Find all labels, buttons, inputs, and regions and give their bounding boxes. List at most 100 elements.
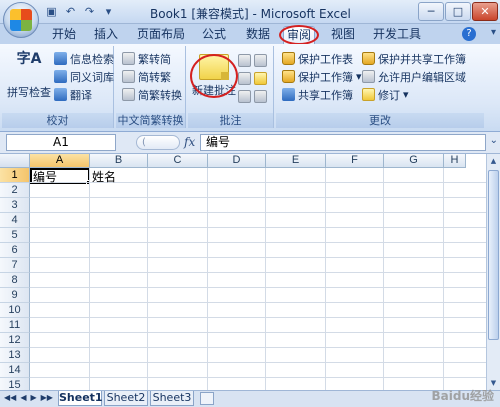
row-header-1[interactable]: 1 (0, 168, 30, 183)
research-button[interactable]: 信息检索 (54, 50, 114, 67)
sheet-tab-sheet1[interactable]: Sheet1 (58, 391, 103, 406)
column-header-e[interactable]: E (266, 154, 326, 168)
title-bar: ▣ ↶ ↷ ▾ Book1 [兼容模式] - Microsoft Excel ─… (0, 0, 500, 24)
tab-formulas[interactable]: 公式 (200, 26, 228, 44)
next-comment-button[interactable] (238, 70, 267, 87)
tab-home[interactable]: 开始 (50, 26, 78, 44)
next-comment-icon (238, 72, 251, 85)
first-sheet-icon[interactable]: ◀◀ (4, 393, 16, 402)
gridline-horizontal (30, 332, 486, 333)
insert-function-icon[interactable]: fx (184, 135, 195, 149)
formula-input[interactable]: 编号 (200, 134, 486, 151)
column-header-b[interactable]: B (90, 154, 148, 168)
to-traditional-icon (122, 70, 135, 83)
minimize-button[interactable]: ─ (418, 2, 444, 21)
maximize-button[interactable]: □ (445, 2, 471, 21)
chevron-down-icon: ▾ (356, 70, 362, 83)
select-all-corner[interactable] (0, 154, 30, 168)
group-chinese-conversion: 繁转简 简转繁 简繁转换 中文简繁转换 (116, 46, 186, 128)
row-header-13[interactable]: 13 (0, 348, 30, 363)
tab-view[interactable]: 视图 (329, 26, 357, 44)
save-icon[interactable]: ▣ (44, 4, 59, 19)
sheet-tab-sheet3[interactable]: Sheet3 (150, 391, 194, 406)
row-header-11[interactable]: 11 (0, 318, 30, 333)
column-header-d[interactable]: D (208, 154, 266, 168)
tab-page-layout[interactable]: 页面布局 (135, 26, 187, 44)
show-all-comments-button[interactable] (238, 88, 267, 105)
to-traditional-button[interactable]: 简转繁 (122, 68, 171, 85)
tab-data[interactable]: 数据 (244, 26, 272, 44)
name-box[interactable]: A1 (6, 134, 116, 151)
ribbon-options-icon[interactable]: ▾ (491, 27, 496, 38)
chinese-convert-button[interactable]: 简繁转换 (122, 86, 182, 103)
redo-icon[interactable]: ↷ (82, 4, 97, 19)
vertical-scrollbar[interactable]: ▲ ▼ (486, 154, 500, 390)
gridline-horizontal (30, 212, 486, 213)
lock-icon (362, 52, 375, 65)
prev-sheet-icon[interactable]: ◀ (20, 393, 26, 402)
previous-comment-icon (254, 54, 267, 67)
column-header-a[interactable]: A (30, 154, 90, 168)
scroll-thumb[interactable] (488, 170, 499, 340)
close-button[interactable]: ✕ (472, 2, 498, 21)
track-changes-icon (362, 88, 375, 101)
tab-developer[interactable]: 开发工具 (371, 26, 423, 44)
column-header-c[interactable]: C (148, 154, 208, 168)
row-header-12[interactable]: 12 (0, 333, 30, 348)
gridline-vertical (443, 168, 444, 390)
row-header-15[interactable]: 15 (0, 378, 30, 390)
sheet-tab-sheet2[interactable]: Sheet2 (104, 391, 148, 406)
thesaurus-button[interactable]: 同义词库 (54, 68, 114, 85)
next-sheet-icon[interactable]: ▶ (30, 393, 36, 402)
gridline-horizontal (30, 377, 486, 378)
cell-b1[interactable]: 姓名 (92, 168, 116, 185)
row-header-7[interactable]: 7 (0, 258, 30, 273)
group-label-changes: 更改 (276, 113, 484, 128)
track-changes-button[interactable]: 修订 ▾ (362, 86, 409, 103)
gridline-horizontal (30, 362, 486, 363)
expand-formula-icon[interactable]: ⌄ (490, 135, 498, 146)
protect-sheet-button[interactable]: 保护工作表 (282, 50, 353, 67)
gridline-vertical (89, 168, 90, 390)
row-header-3[interactable]: 3 (0, 198, 30, 213)
translate-button[interactable]: 翻译 (54, 86, 92, 103)
spell-check-button[interactable]: 字A 拼写检查 (6, 48, 52, 100)
worksheet-grid[interactable]: A B C D E F G H 1 2 3 4 5 6 7 8 9 10 11 12 13 14 15 编号 姓名 (0, 154, 486, 390)
row-header-4[interactable]: 4 (0, 213, 30, 228)
cell-a1[interactable]: 编号 (33, 168, 57, 185)
row-header-8[interactable]: 8 (0, 273, 30, 288)
row-header-5[interactable]: 5 (0, 228, 30, 243)
insert-sheet-icon[interactable] (200, 392, 214, 405)
group-label-chinese-conversion: 中文简繁转换 (116, 113, 185, 128)
qat-customize-icon[interactable]: ▾ (101, 4, 116, 19)
formula-controls[interactable]: ( (136, 135, 180, 150)
undo-icon[interactable]: ↶ (63, 4, 78, 19)
tab-insert[interactable]: 插入 (92, 26, 120, 44)
share-icon (282, 88, 295, 101)
allow-edit-ranges-label: 允许用户编辑区域 (378, 70, 466, 84)
column-header-g[interactable]: G (384, 154, 444, 168)
gridline-horizontal (30, 272, 486, 273)
row-header-9[interactable]: 9 (0, 288, 30, 303)
protect-share-button[interactable]: 保护并共享工作簿 (362, 50, 466, 67)
column-header-h[interactable]: H (444, 154, 466, 168)
allow-edit-ranges-button[interactable]: 允许用户编辑区域 (362, 68, 466, 85)
to-simplified-button[interactable]: 繁转简 (122, 50, 171, 67)
last-sheet-icon[interactable]: ▶▶ (41, 393, 53, 402)
row-header-2[interactable]: 2 (0, 183, 30, 198)
thesaurus-label: 同义词库 (70, 70, 114, 84)
row-header-10[interactable]: 10 (0, 303, 30, 318)
protect-workbook-button[interactable]: 保护工作簿 ▾ (282, 68, 362, 85)
gridline-horizontal (30, 302, 486, 303)
column-header-f[interactable]: F (326, 154, 384, 168)
row-header-14[interactable]: 14 (0, 363, 30, 378)
row-header-6[interactable]: 6 (0, 243, 30, 258)
office-button[interactable] (3, 2, 39, 38)
previous-comment-button[interactable] (238, 52, 267, 69)
edit-ranges-icon (362, 70, 375, 83)
scroll-up-icon[interactable]: ▲ (488, 154, 499, 168)
help-icon[interactable]: ? (462, 27, 476, 41)
share-workbook-button[interactable]: 共享工作簿 (282, 86, 353, 103)
gridline-horizontal (30, 287, 486, 288)
chevron-down-icon: ▾ (403, 88, 409, 101)
